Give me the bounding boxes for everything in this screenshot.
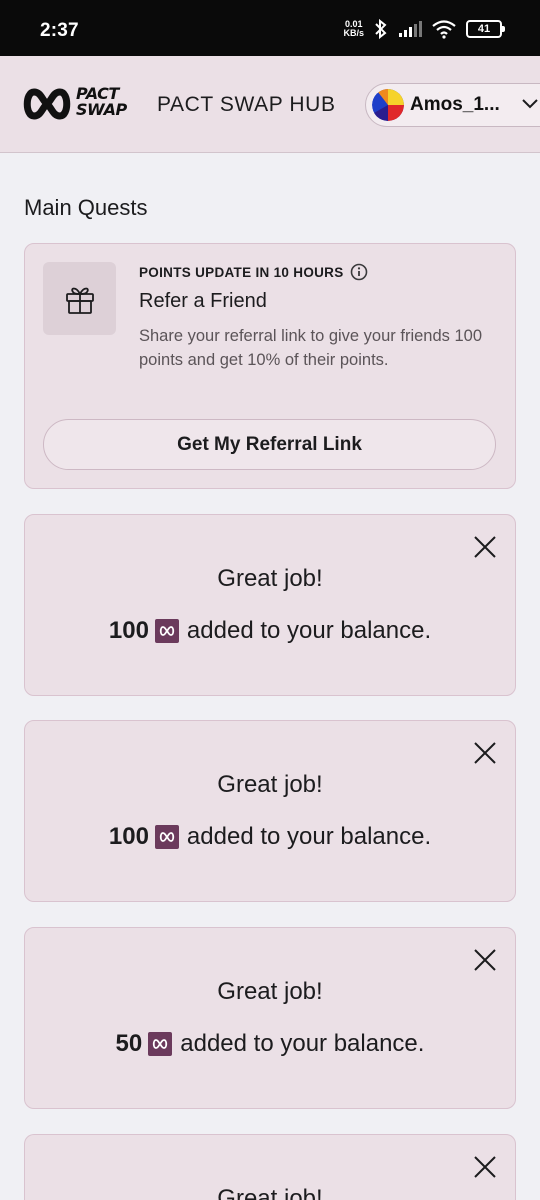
- points-update-label: POINTS UPDATE IN 10 HOURS: [139, 263, 368, 281]
- user-name: Amos_1...: [410, 94, 500, 115]
- wifi-icon: [432, 20, 456, 39]
- network-speed: 0.01 KB/s: [343, 20, 364, 38]
- reward-amount: 50: [115, 1030, 143, 1057]
- account-button[interactable]: Amos_1...: [365, 83, 540, 127]
- info-icon[interactable]: [350, 263, 368, 281]
- reward-notice: Great job!: [24, 1134, 516, 1200]
- status-icons: 0.01 KB/s 41: [343, 18, 505, 40]
- battery-icon: 41: [466, 20, 505, 38]
- logo-wordmark: PACT SWAP: [76, 86, 127, 118]
- points-update-text: POINTS UPDATE IN 10 HOURS: [139, 264, 344, 280]
- gift-icon: [65, 287, 94, 314]
- get-referral-link-button[interactable]: Get My Referral Link: [43, 419, 496, 470]
- quest-title: Refer a Friend: [139, 290, 267, 312]
- reward-notice: Great job! 50 added to your balance.: [24, 927, 516, 1109]
- pact-token-icon: [154, 825, 179, 849]
- notice-message: 50 added to your balance.: [25, 1030, 515, 1058]
- section-title: Main Quests: [24, 195, 148, 220]
- signal-icon: [399, 21, 422, 37]
- logo-line2: SWAP: [76, 100, 127, 119]
- reward-amount: 100: [108, 823, 149, 850]
- notice-message: 100 added to your balance.: [25, 823, 515, 851]
- app-header: PACT SWAP PACT SWAP HUB Amos_1...: [0, 56, 540, 153]
- reward-suffix: added to your balance.: [186, 617, 432, 644]
- status-bar: 2:37 0.01 KB/s 41: [0, 0, 540, 56]
- reward-amount: 100: [108, 617, 149, 644]
- reward-notice: Great job! 100 added to your balance.: [24, 720, 516, 902]
- battery-level: 41: [477, 23, 491, 35]
- pact-token-icon: [154, 619, 179, 643]
- reward-suffix: added to your balance.: [180, 1030, 425, 1057]
- notice-heading: Great job!: [217, 978, 323, 1005]
- notice-heading: Great job!: [217, 1185, 323, 1200]
- gift-icon-box: [43, 262, 116, 335]
- network-speed-unit: KB/s: [343, 28, 364, 38]
- reward-suffix: added to your balance.: [186, 823, 432, 850]
- reward-notice: Great job! 100 added to your balance.: [24, 514, 516, 696]
- close-icon[interactable]: [473, 1155, 497, 1179]
- notice-heading: Great job!: [217, 771, 323, 798]
- notice-heading: Great job!: [217, 565, 323, 592]
- hub-title: PACT SWAP HUB: [157, 93, 336, 116]
- status-time: 2:37: [40, 20, 79, 41]
- chevron-down-icon: [522, 99, 538, 109]
- close-icon[interactable]: [473, 535, 497, 559]
- quest-description: Share your referral link to give your fr…: [139, 327, 483, 369]
- avatar: [372, 89, 404, 121]
- pact-token-icon: [148, 1032, 173, 1056]
- close-icon[interactable]: [473, 741, 497, 765]
- notice-message: 100 added to your balance.: [25, 617, 515, 645]
- bluetooth-icon: [375, 18, 387, 40]
- close-icon[interactable]: [473, 948, 497, 972]
- pact-swap-logo-icon[interactable]: [22, 86, 72, 122]
- referral-quest-card: POINTS UPDATE IN 10 HOURS Refer a Friend…: [24, 243, 516, 489]
